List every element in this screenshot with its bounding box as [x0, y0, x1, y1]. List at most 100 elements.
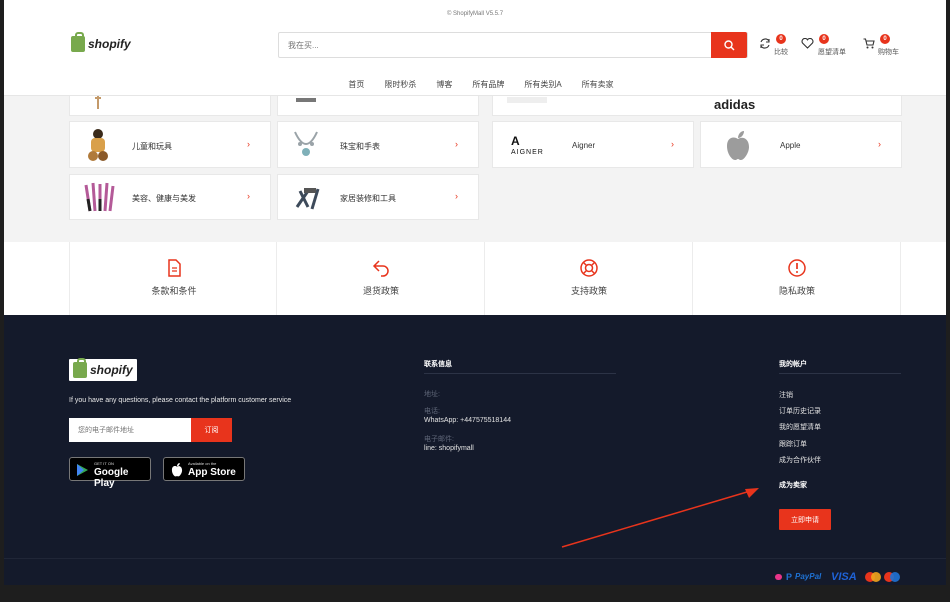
return-arrow-icon — [372, 260, 389, 277]
category-card-kids-toys[interactable]: 儿童和玩具 › — [69, 121, 271, 168]
compare-icon — [760, 38, 770, 49]
policy-label: 条款和条件 — [151, 286, 197, 296]
logo-text: shopify — [88, 37, 131, 51]
logo-text: shopify — [90, 363, 133, 377]
policy-label: 支持政策 — [570, 286, 607, 296]
nav-home[interactable]: 首页 — [348, 79, 364, 90]
nav-all-categories[interactable]: 所有类别A — [524, 79, 561, 90]
apple-icon — [171, 463, 183, 477]
wishlist-button[interactable]: 0 愿望清单 — [801, 34, 853, 56]
main-nav: 首页 限时秒杀 博客 所有品牌 所有类别A 所有卖家 — [4, 79, 946, 90]
chevron-right-icon: › — [878, 139, 881, 149]
document-icon — [168, 259, 181, 277]
category-card-jewelry-watches[interactable]: 珠宝和手表 › — [277, 121, 479, 168]
policy-section: 条款和条件 退货政策 支持政策 隐私政策 — [4, 242, 946, 315]
brand-card-apple[interactable]: Apple › — [700, 121, 902, 168]
wishlist-label: 愿望清单 — [818, 49, 846, 56]
cart-icon — [863, 38, 875, 49]
email-label: 电子邮件: — [424, 436, 454, 443]
email-field[interactable] — [69, 418, 191, 442]
divider — [779, 373, 901, 374]
search-input[interactable] — [279, 33, 713, 57]
alert-circle-icon — [788, 259, 806, 277]
brand-name: Apple — [780, 141, 801, 150]
email-value: line: shopifymall — [424, 445, 474, 452]
account-link-track[interactable]: 跟踪订单 — [779, 439, 807, 449]
chevron-right-icon: › — [455, 139, 458, 149]
chevron-right-icon: › — [455, 191, 458, 201]
compare-button[interactable]: 0 比较 — [759, 34, 795, 56]
header-logo[interactable]: shopify — [71, 32, 131, 52]
toy-image — [88, 129, 108, 161]
address-label: 地址: — [424, 391, 440, 398]
brand-card-aigner[interactable]: A AIGNER Aigner › — [492, 121, 694, 168]
maestro-icon — [884, 572, 900, 582]
category-card-home-tools[interactable]: 家居装修和工具 › — [277, 174, 479, 220]
help-text: If you have any questions, please contac… — [69, 397, 292, 404]
paypal-logo: PayPal — [795, 572, 822, 581]
store-small-text: Available on the — [188, 461, 217, 466]
store-small-text: GET IT ON — [94, 461, 114, 466]
cart-count-badge: 0 — [880, 34, 890, 44]
nav-flash-sale[interactable]: 限时秒杀 — [384, 79, 416, 90]
account-link-partner[interactable]: 成为合作伙伴 — [779, 455, 821, 465]
version-text: © ShopifyMall V5.5.7 — [446, 11, 504, 17]
shopify-bag-icon — [73, 358, 87, 378]
compare-count-badge: 0 — [776, 34, 786, 44]
adidas-logo: adidas — [714, 97, 756, 112]
category-name: 美容、健康与美发 — [132, 194, 196, 203]
paypal-p-icon: P — [786, 572, 793, 582]
brand-image — [507, 97, 547, 103]
policy-label: 隐私政策 — [778, 286, 815, 296]
footer: shopify If you have any questions, pleas… — [4, 315, 946, 585]
annotation-arrow-icon — [561, 488, 759, 548]
payment-icon — [775, 574, 782, 580]
chevron-right-icon: › — [671, 139, 674, 149]
policy-privacy[interactable]: 隐私政策 — [693, 242, 901, 315]
compare-label: 比较 — [774, 49, 788, 56]
aigner-mark-icon: A — [511, 134, 520, 148]
google-play-button[interactable]: GET IT ON Google Play — [69, 457, 151, 489]
nav-blog[interactable]: 博客 — [436, 79, 452, 90]
page: adidas 儿童和玩具 › 珠宝和手表 › A AIGNER Aigner › — [4, 0, 946, 585]
account-link-logout[interactable]: 注销 — [779, 390, 793, 400]
mastercard-icon — [865, 572, 881, 582]
account-link-wishlist[interactable]: 我的愿望清单 — [779, 422, 821, 432]
policy-returns[interactable]: 退货政策 — [277, 242, 485, 315]
cart-button[interactable]: 0 购物车 — [863, 34, 905, 56]
nav-all-brands[interactable]: 所有品牌 — [472, 79, 504, 90]
visa-logo: VISA — [831, 571, 857, 583]
store-big-text: App Store — [188, 467, 236, 478]
policy-support[interactable]: 支持政策 — [485, 242, 693, 315]
footer-bottom-bar: P PayPal VISA — [4, 558, 946, 585]
cart-label: 购物车 — [878, 49, 899, 56]
app-store-button[interactable]: Available on the App Store — [163, 457, 245, 481]
policy-label: 退货政策 — [362, 286, 399, 296]
subscribe-button[interactable]: 订阅 — [191, 418, 232, 442]
search-button[interactable] — [711, 32, 747, 58]
phone-label: 电话: — [424, 408, 440, 415]
category-name: 家居装修和工具 — [340, 194, 396, 203]
category-image — [95, 95, 101, 109]
chevron-right-icon: › — [247, 191, 250, 201]
apple-logo-icon — [727, 131, 749, 160]
phone-value: WhatsApp: +447575518144 — [424, 417, 511, 424]
search-icon — [723, 39, 734, 50]
category-name: 珠宝和手表 — [340, 142, 380, 151]
store-big-text: Google Play — [94, 467, 129, 489]
apply-now-button[interactable]: 立即申请 — [779, 509, 831, 530]
footer-logo[interactable]: shopify — [69, 358, 137, 381]
contact-title: 联系信息 — [424, 361, 452, 368]
policy-terms[interactable]: 条款和条件 — [69, 242, 277, 315]
category-card-beauty[interactable]: 美容、健康与美发 › — [69, 174, 271, 220]
tools-image — [295, 188, 320, 210]
aigner-logo: AIGNER — [511, 149, 544, 156]
category-name: 儿童和玩具 — [132, 142, 172, 151]
necklace-image — [294, 131, 318, 156]
chevron-right-icon: › — [247, 139, 250, 149]
category-image — [296, 98, 316, 102]
nav-all-sellers[interactable]: 所有卖家 — [582, 79, 614, 90]
account-link-orders[interactable]: 订单历史记录 — [779, 406, 821, 416]
shopify-bag-icon — [71, 32, 85, 52]
site-header: © ShopifyMall V5.5.7 shopify 0 比较 0 愿望清单… — [4, 0, 946, 96]
